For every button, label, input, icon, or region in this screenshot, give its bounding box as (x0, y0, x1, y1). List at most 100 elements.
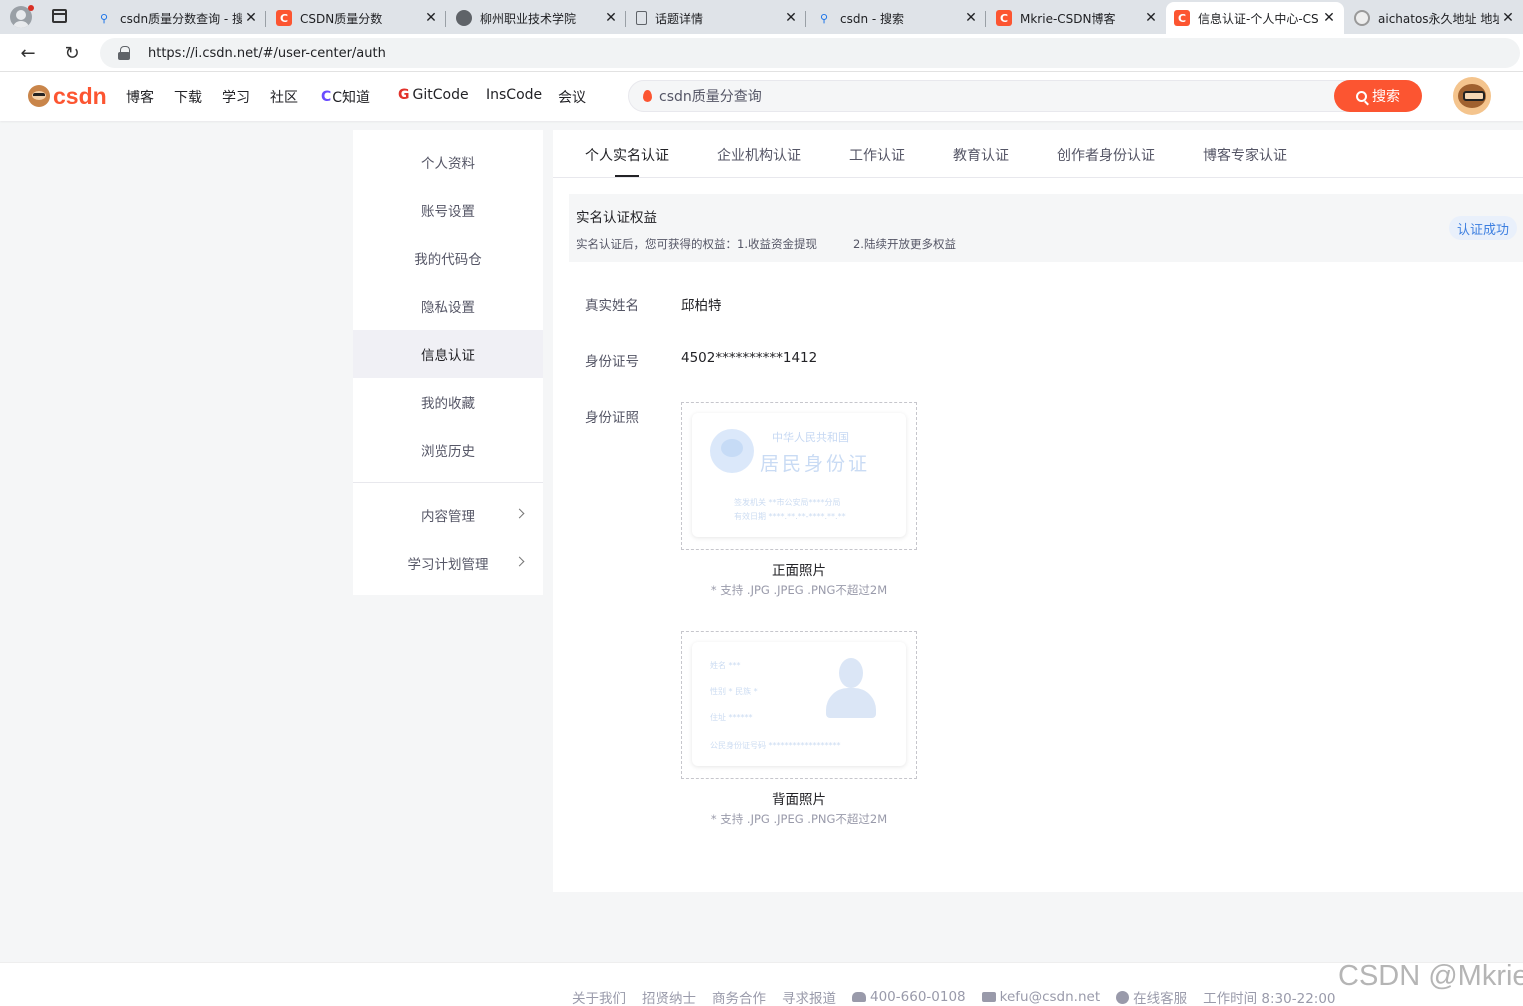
lock-icon[interactable] (118, 46, 130, 60)
browser-tab[interactable]: C CSDN质量分数 ✕ (268, 4, 446, 32)
tab-personal-realname[interactable]: 个人实名认证 (585, 145, 669, 165)
reload-icon[interactable]: ↻ (59, 40, 85, 66)
id-number-label: 身份证号 (585, 354, 639, 370)
document-icon (636, 11, 647, 25)
benefit-banner: 实名认证权益 实名认证后，您可获得的权益：1.收益资金提现 2.陆续开放更多权益 … (569, 194, 1523, 262)
cknow-icon: C (321, 89, 332, 105)
browser-tab[interactable]: 柳州职业技术学院 ✕ (448, 4, 626, 32)
sidebar-item-verification[interactable]: 信息认证 (353, 330, 543, 378)
sidebar-item-account[interactable]: 账号设置 (353, 186, 543, 234)
notification-dot (28, 5, 34, 11)
sidebar-group-content[interactable]: 内容管理 (353, 491, 543, 539)
benefit-description: 实名认证后，您可获得的权益：1.收益资金提现 2.陆续开放更多权益 (576, 237, 956, 251)
browser-tab[interactable]: 话题详情 ✕ (628, 4, 806, 32)
real-name-label: 真实姓名 (585, 298, 639, 314)
search-icon: ⚲ (99, 11, 109, 25)
mascot-icon (28, 85, 50, 107)
nav-blog[interactable]: 博客 (126, 87, 154, 107)
csdn-icon: C (996, 10, 1012, 26)
search-box: 搜索 (628, 80, 1422, 112)
csdn-logo[interactable]: csdn (28, 83, 107, 109)
tab-actions-icon[interactable] (52, 9, 67, 23)
settings-sidebar: 个人资料 账号设置 我的代码仓 隐私设置 信息认证 我的收藏 浏览历史 内容管理… (353, 130, 543, 595)
sidebar-item-history[interactable]: 浏览历史 (353, 426, 543, 474)
site-header: csdn 博客 下载 学习 社区 C C知道 G GitCode InsCode 会… (0, 72, 1523, 121)
close-icon[interactable]: ✕ (1142, 10, 1160, 26)
browser-tab-strip: ⚲ csdn质量分数查询 - 搜 ✕ C CSDN质量分数 ✕ 柳州职业技术学院… (0, 0, 1523, 34)
footer-links: 关于我们 招贤纳士 商务合作 寻求报道 400-660-0108 kefu@cs… (572, 987, 1352, 1006)
verification-tabs: 个人实名认证 企业机构认证 工作认证 教育认证 创作者身份认证 博客专家认证 (553, 130, 1523, 178)
back-arrow-icon[interactable]: ← (15, 40, 41, 66)
close-icon[interactable]: ✕ (782, 10, 800, 26)
benefit-title: 实名认证权益 (576, 210, 657, 226)
chevron-right-icon (514, 556, 525, 567)
tab-creator[interactable]: 创作者身份认证 (1057, 145, 1155, 165)
id-number-value: 4502**********1412 (681, 350, 818, 366)
site-footer: 关于我们 招贤纳士 商务合作 寻求报道 400-660-0108 kefu@cs… (0, 962, 1523, 1006)
avatar[interactable] (1453, 77, 1491, 115)
tab-enterprise[interactable]: 企业机构认证 (717, 145, 801, 165)
sidebar-item-privacy[interactable]: 隐私设置 (353, 282, 543, 330)
nav-cknow[interactable]: C C知道 (321, 87, 370, 107)
close-icon[interactable]: ✕ (422, 10, 440, 26)
nav-learn[interactable]: 学习 (222, 87, 250, 107)
close-icon[interactable]: ✕ (602, 10, 620, 26)
search-input[interactable] (659, 81, 1339, 111)
customer-service-icon (1116, 990, 1130, 1004)
footer-phone: 400-660-0108 (852, 989, 966, 1005)
sidebar-item-favorites[interactable]: 我的收藏 (353, 378, 543, 426)
ai-icon (1354, 10, 1370, 26)
verification-panel: 个人实名认证 企业机构认证 工作认证 教育认证 创作者身份认证 博客专家认证 实… (553, 130, 1523, 892)
footer-link-business[interactable]: 商务合作 (712, 987, 766, 1006)
nav-download[interactable]: 下载 (174, 87, 202, 107)
active-tab-indicator (615, 175, 639, 177)
person-silhouette-icon (820, 654, 882, 722)
close-icon[interactable]: ✕ (242, 10, 260, 26)
nav-inscode[interactable]: InsCode (486, 87, 542, 103)
id-front-upload[interactable]: 中华人民共和国 居民身份证 签发机关 **市公安局****分局 有效日期 ***… (681, 402, 917, 550)
close-icon[interactable]: ✕ (1499, 10, 1517, 26)
nav-community[interactable]: 社区 (270, 87, 298, 107)
browser-tab[interactable]: C Mkrie-CSDN博客 ✕ (988, 4, 1166, 32)
close-icon[interactable]: ✕ (962, 10, 980, 26)
browser-tab-active[interactable]: C 信息认证-个人中心-CS ✕ (1166, 2, 1344, 34)
mail-icon (981, 992, 996, 1002)
url-field[interactable]: https://i.csdn.net/#/user-center/auth (100, 38, 1520, 68)
gitcode-icon: G (398, 87, 410, 103)
address-bar: ← ↻ https://i.csdn.net/#/user-center/aut… (0, 34, 1523, 72)
tab-blog-expert[interactable]: 博客专家认证 (1203, 145, 1287, 165)
search-icon: ⚲ (819, 11, 829, 25)
csdn-icon: C (276, 10, 292, 26)
browser-tab[interactable]: ⚲ csdn质量分数查询 - 搜 ✕ (88, 4, 266, 32)
footer-service[interactable]: 在线客服 (1116, 987, 1187, 1006)
national-emblem-icon (710, 429, 754, 473)
search-icon (1356, 90, 1367, 102)
search-button[interactable]: 搜索 (1334, 80, 1422, 112)
url-text[interactable]: https://i.csdn.net/#/user-center/auth (148, 46, 386, 61)
id-card-front-illustration: 中华人民共和国 居民身份证 签发机关 **市公安局****分局 有效日期 ***… (692, 413, 906, 537)
tab-work[interactable]: 工作认证 (849, 145, 905, 165)
footer-link-about[interactable]: 关于我们 (572, 987, 626, 1006)
sidebar-divider (353, 482, 543, 483)
footer-link-jobs[interactable]: 招贤纳士 (642, 987, 696, 1006)
browser-tab[interactable]: ⚲ csdn - 搜索 ✕ (808, 4, 986, 32)
nav-gitcode[interactable]: G GitCode (398, 87, 469, 103)
watermark: CSDN @Mkrie (1338, 960, 1523, 992)
flame-icon (643, 90, 652, 102)
sidebar-item-profile[interactable]: 个人资料 (353, 138, 543, 186)
sidebar-group-study-plan[interactable]: 学习计划管理 (353, 539, 543, 587)
footer-link-press[interactable]: 寻求报道 (782, 987, 836, 1006)
sidebar-item-code-repo[interactable]: 我的代码仓 (353, 234, 543, 282)
footer-email[interactable]: kefu@csdn.net (981, 989, 1100, 1005)
id-card-back-illustration: 姓名 *** 性别 * 民族 * 住址 ****** 公民身份证号码 *****… (692, 642, 906, 766)
front-photo-caption: 正面照片 (772, 563, 826, 579)
tab-education[interactable]: 教育认证 (953, 145, 1009, 165)
close-icon[interactable]: ✕ (1320, 10, 1338, 26)
browser-tab[interactable]: aichatos永久地址 地址 ✕ (1346, 4, 1523, 32)
real-name-value: 邱柏特 (681, 298, 722, 314)
nav-meeting[interactable]: 会议 (558, 87, 586, 107)
phone-icon (852, 992, 866, 1002)
id-photo-label: 身份证照 (585, 410, 639, 426)
id-back-upload[interactable]: 姓名 *** 性别 * 民族 * 住址 ****** 公民身份证号码 *****… (681, 631, 917, 779)
csdn-icon: C (1174, 10, 1190, 26)
